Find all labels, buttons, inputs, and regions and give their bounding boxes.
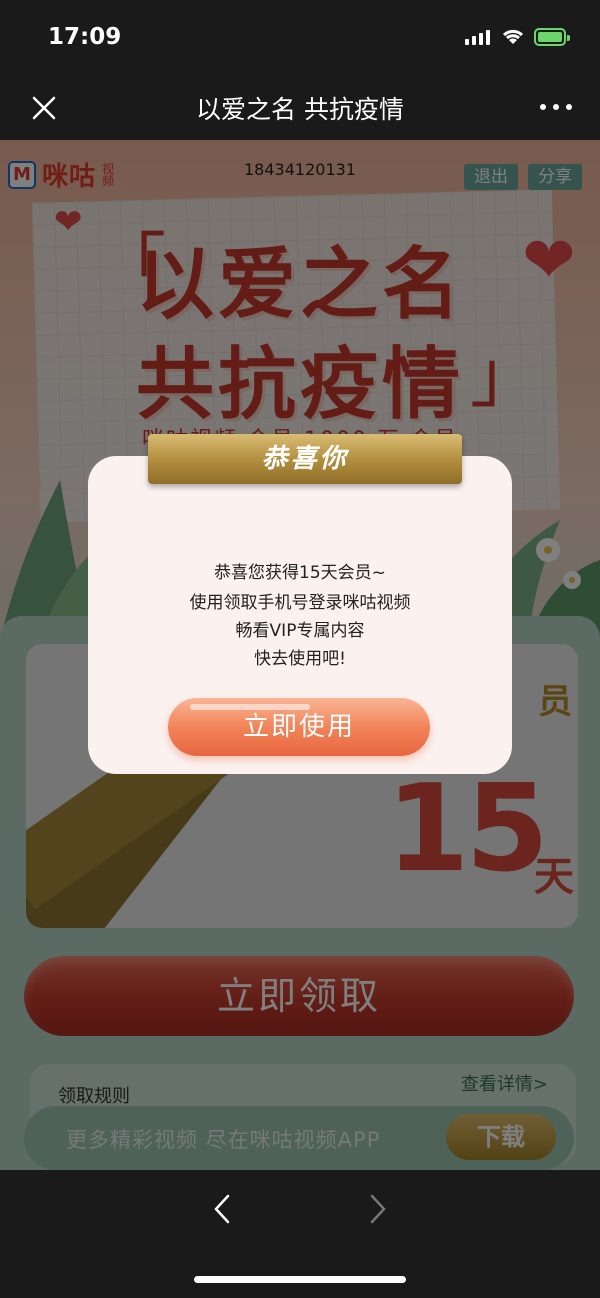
back-arrow-icon[interactable] xyxy=(212,1194,232,1224)
modal-ribbon: 恭喜你 xyxy=(148,434,462,484)
page-title: 以爱之名 共抗疫情 xyxy=(196,95,404,124)
signal-icon xyxy=(465,30,490,45)
modal-line-4: 快去使用吧! xyxy=(254,649,346,669)
forward-arrow-icon[interactable] xyxy=(368,1194,388,1224)
use-now-label: 立即使用 xyxy=(242,712,355,742)
modal-line-2: 使用领取手机号登录咪咕视频 xyxy=(189,593,411,613)
more-icon[interactable] xyxy=(540,104,572,110)
status-bar: 17:09 xyxy=(0,0,600,78)
status-time: 17:09 xyxy=(48,24,122,50)
wifi-icon xyxy=(502,29,524,44)
button-gloss xyxy=(190,704,310,710)
home-indicator[interactable] xyxy=(194,1276,406,1283)
battery-icon xyxy=(534,28,570,46)
modal-line-1: 恭喜您获得15天会员~ xyxy=(214,563,386,583)
navigation-bar: 以爱之名 共抗疫情 xyxy=(0,78,600,140)
modal-line-3: 畅看VIP专属内容 xyxy=(235,621,365,641)
use-now-button[interactable]: 立即使用 xyxy=(168,698,430,756)
